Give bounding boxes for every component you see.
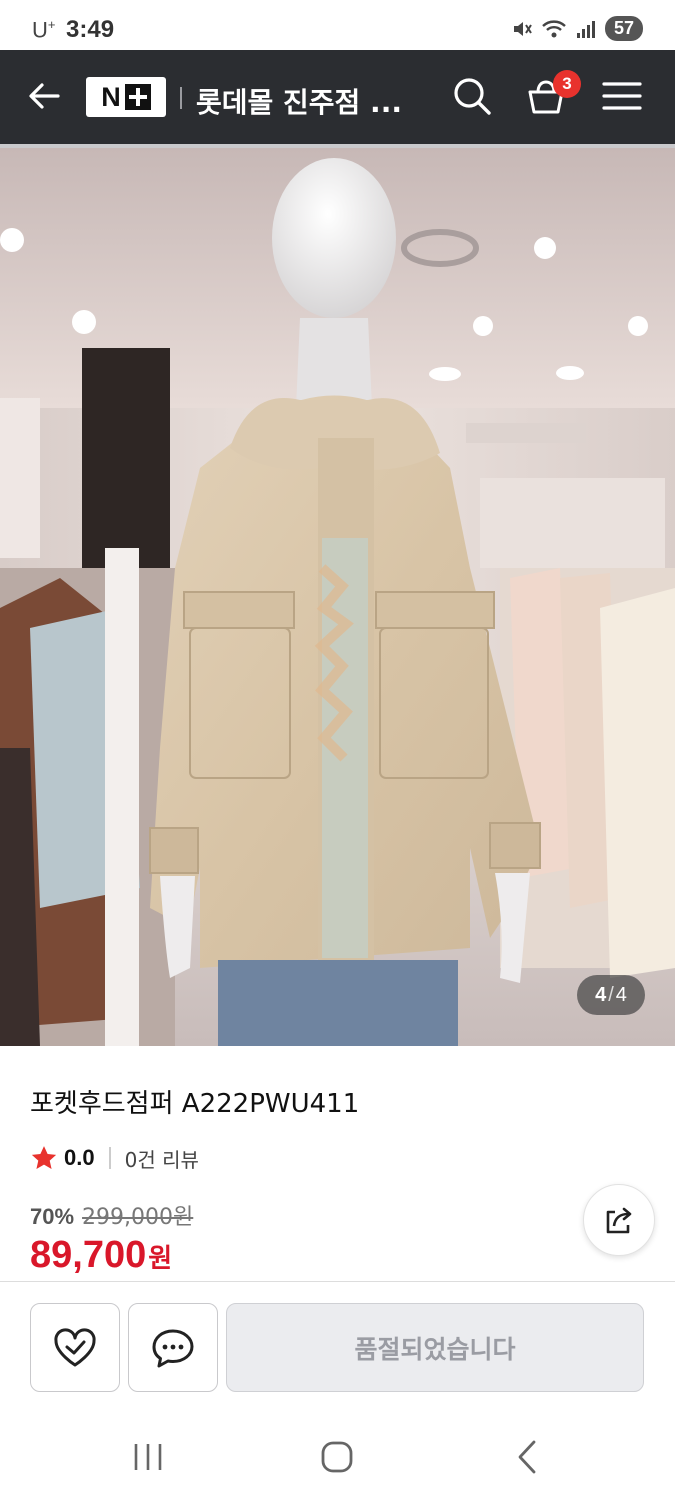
star-icon bbox=[31, 1146, 57, 1169]
rating-divider bbox=[108, 1147, 111, 1169]
share-icon bbox=[606, 1207, 632, 1234]
status-bar: U+ 3:49 57 bbox=[0, 0, 675, 50]
chat-button[interactable] bbox=[128, 1303, 218, 1392]
rating-value: 0.0 bbox=[64, 1145, 95, 1170]
discount-rate: 70% bbox=[30, 1204, 75, 1229]
clock: 3:49 bbox=[66, 16, 115, 43]
naver-plus-logo[interactable]: N bbox=[86, 77, 166, 117]
status-icons: 57 bbox=[511, 16, 643, 41]
product-name: 포켓후드점퍼 A222PWU411 bbox=[30, 1089, 360, 1119]
action-bar-divider bbox=[0, 1281, 675, 1282]
heart-check-icon bbox=[54, 1327, 96, 1366]
back-arrow-icon[interactable] bbox=[24, 76, 64, 116]
home-icon[interactable] bbox=[318, 1438, 356, 1476]
soldout-button[interactable]: 품절되었습니다 bbox=[226, 1303, 644, 1392]
menu-icon[interactable] bbox=[600, 74, 644, 118]
rating-row[interactable]: 0.0 0건 리뷰 bbox=[30, 1143, 199, 1173]
share-button[interactable] bbox=[583, 1184, 655, 1256]
signal-icon bbox=[576, 20, 595, 38]
search-icon[interactable] bbox=[450, 74, 494, 118]
mute-icon bbox=[513, 21, 532, 36]
cart-count-badge: 3 bbox=[553, 70, 581, 98]
wifi-icon bbox=[542, 19, 566, 37]
sale-price-value: 89,700 bbox=[30, 1234, 147, 1276]
header-divider bbox=[180, 87, 182, 109]
sale-price: 89,700원 bbox=[30, 1234, 172, 1277]
app-header: N 롯데몰 진주점 ... bbox=[0, 50, 675, 144]
recent-apps-icon[interactable] bbox=[130, 1440, 166, 1474]
system-nav-bar bbox=[0, 1410, 675, 1500]
review-count[interactable]: 0건 리뷰 bbox=[125, 1144, 199, 1173]
price-original-row: 70% 299,000원 bbox=[30, 1199, 193, 1231]
wishlist-button[interactable] bbox=[30, 1303, 120, 1392]
product-photo-illustration bbox=[0, 148, 675, 1046]
system-back-icon[interactable] bbox=[510, 1438, 544, 1476]
sale-price-unit: 원 bbox=[148, 1244, 173, 1274]
plus-icon bbox=[124, 84, 151, 110]
image-page-indicator: 4/4 bbox=[577, 975, 645, 1015]
carrier-label: U+ bbox=[32, 17, 56, 43]
battery-indicator: 57 bbox=[604, 16, 643, 41]
chat-bubble-icon bbox=[152, 1329, 194, 1367]
original-price: 299,000원 bbox=[82, 1205, 194, 1230]
product-image[interactable] bbox=[0, 148, 675, 1046]
store-title[interactable]: 롯데몰 진주점 ... bbox=[196, 81, 402, 121]
